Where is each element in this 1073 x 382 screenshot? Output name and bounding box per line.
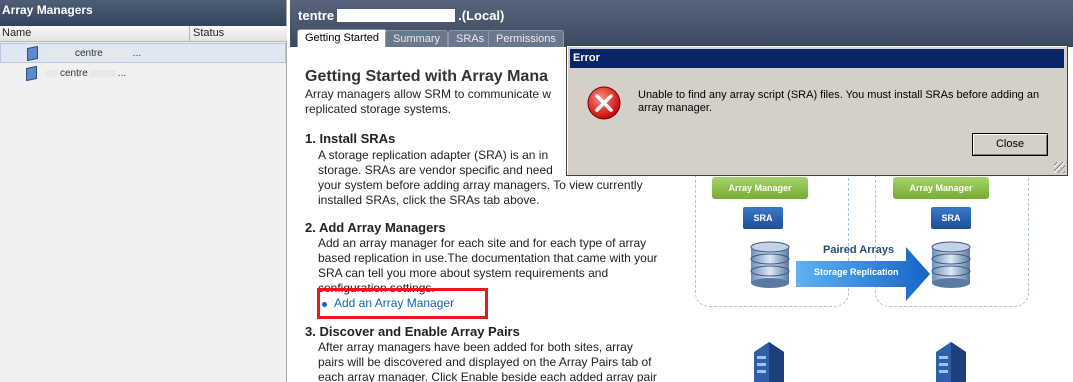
tree-row-array-manager-1[interactable]: centre... bbox=[0, 43, 286, 63]
sra-box-b: SRA bbox=[931, 207, 971, 229]
column-header-row: Name Status bbox=[0, 26, 287, 42]
dialog-title[interactable]: Error bbox=[570, 49, 1064, 68]
add-array-manager-link[interactable]: Add an Array Manager bbox=[334, 296, 454, 310]
storage-array-icon bbox=[750, 241, 790, 288]
srm-window: Array Managers Name Status centre... cen… bbox=[0, 0, 1073, 382]
storage-replication-label: Storage Replication bbox=[814, 267, 899, 277]
intro-line-1: Array managers allow SRM to communicate … bbox=[305, 87, 552, 101]
close-button[interactable]: Close bbox=[972, 133, 1048, 156]
section-discover-pairs-title: 3. Discover and Enable Array Pairs bbox=[305, 324, 520, 339]
section-2-line: based replication in use.The documentati… bbox=[318, 251, 658, 265]
panel-title: Array Managers bbox=[0, 0, 286, 26]
section-add-array-managers-title: 2. Add Array Managers bbox=[305, 220, 446, 235]
server-title: tentre .(Local) bbox=[298, 8, 505, 23]
array-manager-box-a: Array Manager bbox=[712, 177, 808, 199]
section-3-line: After array managers have been added for… bbox=[318, 340, 633, 354]
storage-array-icon bbox=[931, 241, 971, 288]
column-name-header[interactable]: Name bbox=[2, 27, 31, 39]
section-1-line: your system before adding array managers… bbox=[318, 178, 643, 192]
redacted-hostname bbox=[337, 9, 456, 22]
section-1-line: installed SRAs, click the SRAs tab above… bbox=[318, 193, 540, 207]
array-managers-panel: Array Managers Name Status centre... cen… bbox=[0, 0, 287, 382]
section-3-line: each array manager. Click Enable beside … bbox=[318, 370, 657, 382]
list-bullet bbox=[322, 302, 327, 307]
detail-header: tentre .(Local) Getting Started Summary S… bbox=[290, 0, 1073, 48]
tree-row-label: centre... bbox=[44, 68, 126, 79]
tab-getting-started[interactable]: Getting Started bbox=[297, 29, 387, 48]
array-manager-icon bbox=[27, 45, 38, 62]
tree-row-array-manager-2[interactable]: centre... bbox=[0, 64, 286, 84]
tab-sras[interactable]: SRAs bbox=[448, 30, 493, 47]
datacenter-building-icon bbox=[936, 342, 966, 382]
intro-line-2: replicated storage systems. bbox=[305, 102, 452, 116]
page-title: Getting Started with Array Mana bbox=[305, 68, 548, 85]
column-separator[interactable] bbox=[189, 26, 190, 41]
tab-summary[interactable]: Summary bbox=[385, 30, 449, 47]
section-install-sras-title: 1. Install SRAs bbox=[305, 131, 396, 146]
error-icon bbox=[587, 86, 621, 120]
resize-grip[interactable] bbox=[1054, 162, 1065, 173]
section-1-line: A storage replication adapter (SRA) is a… bbox=[318, 148, 549, 162]
column-status-header[interactable]: Status bbox=[193, 27, 224, 39]
section-2-line: SRA can tell you more about system requi… bbox=[318, 266, 609, 280]
array-manager-box-b: Array Manager bbox=[893, 177, 989, 199]
section-3-line: pairs will be discovered and displayed o… bbox=[318, 355, 652, 369]
tab-permissions[interactable]: Permissions bbox=[488, 30, 564, 47]
array-manager-icon bbox=[26, 65, 37, 82]
section-2-line: Add an array manager for each site and f… bbox=[318, 236, 647, 250]
error-dialog: Error Unable to find any array script (S… bbox=[566, 45, 1068, 176]
section-1-line: storage. SRAs are vendor specific and ne… bbox=[318, 163, 553, 177]
datacenter-building-icon bbox=[754, 342, 784, 382]
sra-box-a: SRA bbox=[743, 207, 783, 229]
dialog-message: Unable to find any array script (SRA) fi… bbox=[638, 89, 1040, 114]
paired-arrays-label: Paired Arrays bbox=[823, 244, 895, 256]
tree-row-label: centre... bbox=[45, 48, 141, 59]
